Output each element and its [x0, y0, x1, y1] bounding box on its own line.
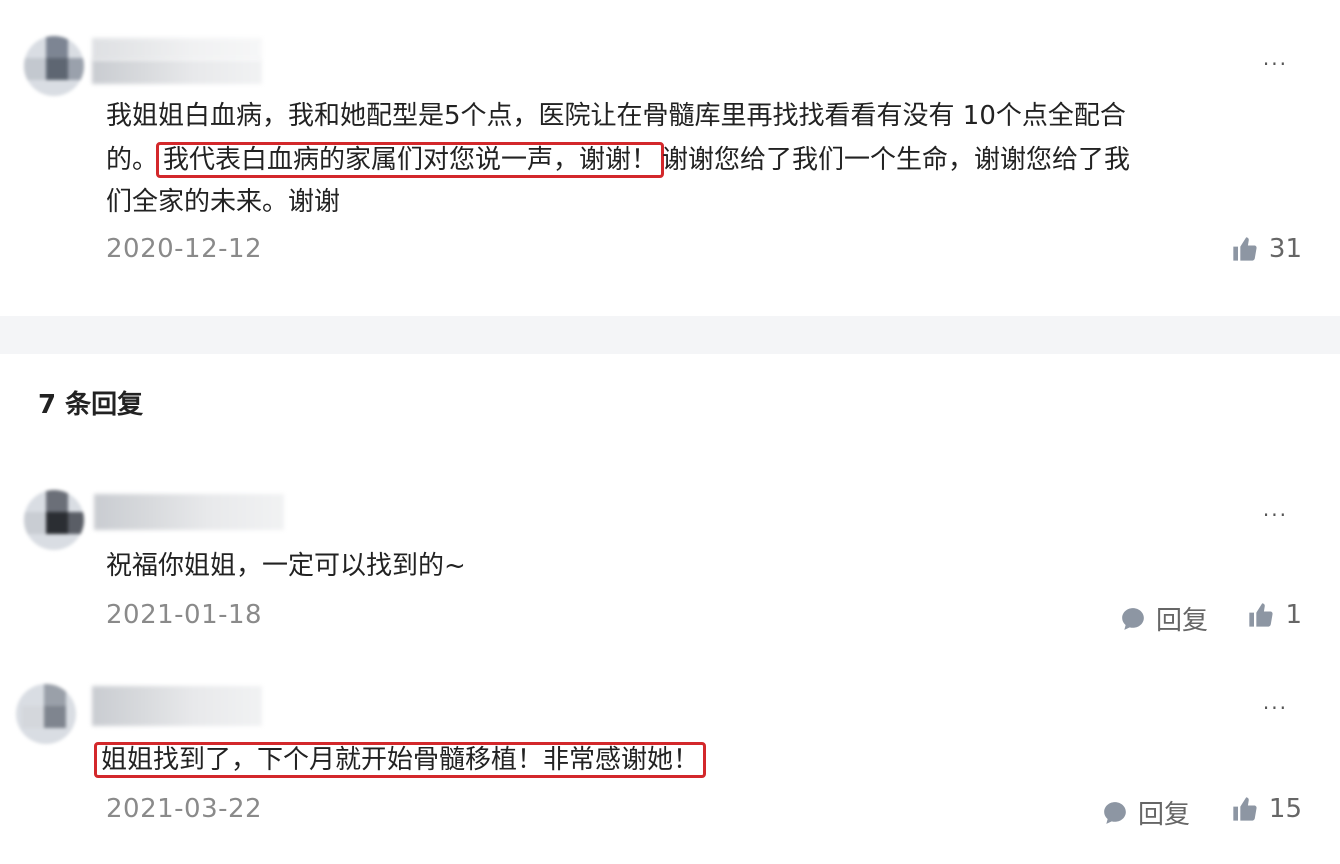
reply-date: 2021-03-22: [106, 794, 263, 824]
username-blurred-2: [92, 60, 262, 84]
highlighted-text: 我代表白血病的家属们对您说一声，谢谢！: [156, 142, 665, 178]
comment-bubble-icon: [1122, 607, 1144, 630]
more-options-icon[interactable]: ···: [1263, 696, 1288, 720]
thumbs-up-icon: [1233, 797, 1257, 821]
comment-text-post: 谢谢您给了我们一个生命，谢谢您给了我: [662, 145, 1131, 175]
comment-thread-page: ··· 我姐姐白血病，我和她配型是5个点，医院让在骨髓库里再找找看看有没有 10…: [0, 0, 1340, 864]
like-count: 1: [1285, 600, 1302, 630]
replies-header: 7 条回复: [38, 390, 144, 420]
comment-date: 2020-12-12: [106, 234, 263, 264]
thumbs-up-icon: [1249, 603, 1274, 627]
reply-text: 姐姐找到了，下个月就开始骨髓移植！非常感谢她！: [94, 738, 707, 782]
username-blurred: [94, 494, 284, 530]
reply-label: 回复: [1156, 606, 1209, 636]
like-count: 15: [1268, 794, 1302, 824]
thumbs-up-icon: [1233, 237, 1257, 261]
username-blurred: [92, 38, 262, 60]
reply-button[interactable]: 回复: [1120, 600, 1208, 637]
username-blurred: [92, 686, 262, 726]
more-options-icon[interactable]: ···: [1263, 52, 1288, 76]
like-button[interactable]: 1: [1247, 600, 1302, 630]
like-button[interactable]: 15: [1231, 794, 1302, 824]
avatar[interactable]: [24, 490, 84, 550]
reply-date: 2021-01-18: [106, 600, 263, 630]
reply-label: 回复: [1138, 800, 1191, 830]
more-options-icon[interactable]: ···: [1263, 503, 1288, 527]
like-button[interactable]: 31: [1231, 234, 1302, 264]
like-count: 31: [1268, 234, 1302, 264]
highlighted-text: 姐姐找到了，下个月就开始骨髓移植！非常感谢她！: [94, 742, 707, 778]
comment-text-line-3: 们全家的未来。谢谢: [106, 187, 341, 217]
reply-button[interactable]: 回复: [1102, 794, 1190, 831]
comment-text-pre: 的。: [106, 145, 159, 175]
comment-bubble-icon: [1104, 801, 1126, 824]
reply-text: 祝福你姐姐，一定可以找到的~: [106, 551, 466, 581]
avatar[interactable]: [24, 36, 84, 96]
main-comment: ··· 我姐姐白血病，我和她配型是5个点，医院让在骨髓库里再找找看看有没有 10…: [0, 0, 1340, 316]
comment-text-line-2: 的。 我代表白血病的家属们对您说一声，谢谢！ 谢谢您给了我们一个生命，谢谢您给了我: [106, 138, 1130, 182]
comment-text-line-1: 我姐姐白血病，我和她配型是5个点，医院让在骨髓库里再找找看看有没有 10个点全配…: [106, 101, 1126, 131]
section-divider: [0, 316, 1340, 354]
avatar[interactable]: [16, 684, 76, 744]
